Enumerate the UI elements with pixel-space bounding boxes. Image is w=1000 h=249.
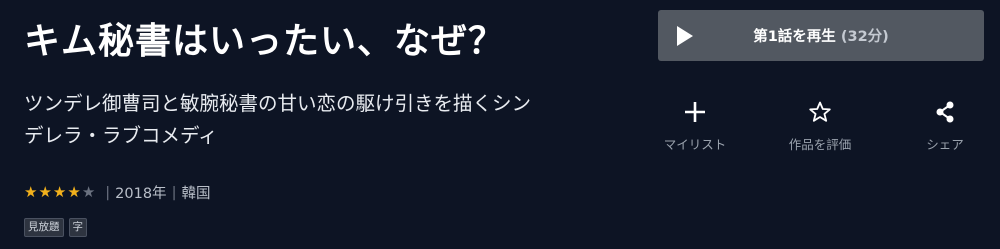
star-filled-icon: ★: [52, 183, 67, 201]
star-outline-icon: [808, 98, 832, 126]
play-label-text: 第1話を再生: [753, 29, 836, 45]
badge-unlimited: 見放題: [24, 218, 64, 237]
plus-icon: [683, 98, 707, 126]
star-filled-icon: ★: [38, 183, 52, 201]
country: 韓国: [181, 186, 211, 202]
star-rating: ★ ★ ★ ★ ★: [24, 185, 96, 200]
meta-row: ★ ★ ★ ★ ★ | 2018年 | 韓国: [24, 182, 210, 203]
divider: |: [105, 184, 111, 201]
page-title: キム秘書はいったい、なぜ？: [24, 21, 506, 62]
star-empty-icon: ★: [81, 183, 96, 201]
share-button[interactable]: シェア: [890, 98, 1000, 153]
badges: 見放題 字: [24, 218, 87, 237]
share-icon: [933, 98, 957, 126]
play-duration: (32分): [840, 29, 889, 45]
star-filled-icon: ★: [24, 183, 38, 201]
mylist-button[interactable]: マイリスト: [640, 98, 750, 153]
star-filled-icon: ★: [67, 183, 81, 201]
play-icon: [677, 26, 693, 46]
description: ツンデレ御曹司と敏腕秘書の甘い恋の駆け引きを描くシンデレラ・ラブコメディ: [24, 92, 532, 147]
play-button-label: 第1話を再生 (32分): [658, 25, 984, 46]
badge-subtitle: 字: [68, 218, 87, 237]
mylist-label: マイリスト: [663, 137, 727, 152]
share-label: シェア: [926, 137, 964, 152]
play-episode-button[interactable]: 第1話を再生 (32分): [658, 10, 984, 61]
release-year: 2018年: [115, 186, 167, 202]
rate-label: 作品を評価: [788, 137, 852, 152]
rate-button[interactable]: 作品を評価: [765, 98, 875, 153]
divider: |: [171, 184, 177, 201]
